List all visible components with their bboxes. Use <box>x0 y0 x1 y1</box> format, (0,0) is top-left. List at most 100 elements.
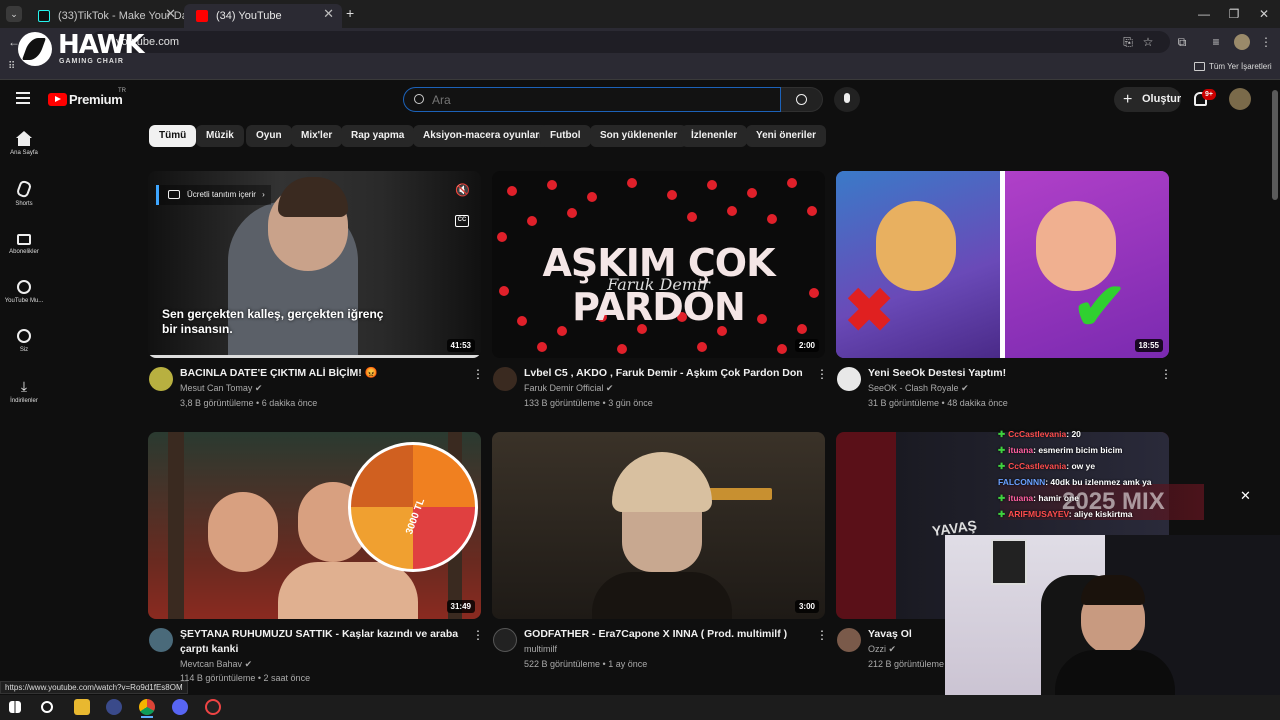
search-button[interactable] <box>781 87 823 112</box>
tab-tiktok[interactable]: (33)TikTok - Make Your Day ✕ <box>26 4 193 28</box>
more-options-icon[interactable]: ⋮ <box>1160 367 1172 381</box>
bookmarks-bar: ⠿ Tüm Yer İşaretleri <box>0 56 1280 80</box>
chip-recently-uploaded[interactable]: Son yüklenenler <box>590 125 688 147</box>
discord-icon[interactable] <box>172 699 188 715</box>
more-options-icon[interactable]: ⋮ <box>816 628 828 642</box>
close-window-icon[interactable]: ✕ <box>1252 4 1276 24</box>
chevron-right-icon: › <box>262 190 265 199</box>
sidebar-item-shorts[interactable]: Shorts <box>0 179 48 207</box>
taskbar-search-icon[interactable] <box>41 701 53 713</box>
hamburger-menu-icon[interactable] <box>16 92 30 104</box>
install-app-icon[interactable]: ⎘ <box>1120 34 1136 50</box>
tab-search-chevron-icon[interactable]: ⌄ <box>6 6 22 22</box>
sidebar-item-subscriptions[interactable]: Abonelikler <box>0 231 48 255</box>
chip-mixes[interactable]: Mix'ler <box>291 125 343 147</box>
video-thumbnail[interactable]: 3:00 <box>492 432 825 619</box>
chip-new-to-you[interactable]: Yeni öneriler <box>746 125 827 147</box>
more-options-icon[interactable]: ⋮ <box>816 367 828 381</box>
more-options-icon[interactable]: ⋮ <box>472 367 484 381</box>
sidebar-item-youtube-music[interactable]: YouTube Mu... <box>0 280 48 304</box>
red-cross-icon: ✖ <box>844 277 895 344</box>
paid-promotion-badge[interactable]: Ücretli tanıtım içerir › <box>156 185 271 205</box>
chip-football[interactable]: Futbol <box>540 125 591 147</box>
minimize-icon[interactable]: — <box>1192 4 1216 24</box>
create-button[interactable]: + Oluştur <box>1114 87 1181 112</box>
sidebar-item-home[interactable]: Ana Sayfa <box>0 131 48 156</box>
create-label: Oluştur <box>1142 93 1182 105</box>
app-icon[interactable] <box>106 699 122 715</box>
video-meta: 31 B görüntüleme • 48 dakika önce <box>868 398 1008 408</box>
tab-youtube[interactable]: (34) YouTube ✕ <box>184 4 342 28</box>
channel-avatar[interactable] <box>493 628 517 652</box>
channel-name[interactable]: Mevtcan Bahav ✔ <box>180 657 252 672</box>
sidebar-item-downloads[interactable]: ⤓ İndirilenler <box>0 378 48 404</box>
plus-icon: ✚ <box>998 445 1006 455</box>
captions-icon[interactable]: CC <box>455 215 469 227</box>
chip-gaming[interactable]: Oyun <box>246 125 292 147</box>
file-explorer-icon[interactable] <box>74 699 90 715</box>
youtube-premium-logo[interactable]: Premium TR <box>48 88 128 109</box>
chip-rap[interactable]: Rap yapma <box>341 125 415 147</box>
user-avatar[interactable] <box>1229 88 1251 110</box>
channel-name[interactable]: Mesut Can Tomay ✔ <box>180 381 262 396</box>
video-title[interactable]: Yeni SeeOk Destesi Yaptım! <box>868 366 1148 381</box>
close-tab-icon[interactable]: ✕ <box>165 4 176 24</box>
chip-action-adventure[interactable]: Aksiyon-macera oyunları <box>413 125 552 147</box>
all-bookmarks-label[interactable]: Tüm Yer İşaretleri <box>1209 62 1272 71</box>
verified-icon: ✔ <box>605 383 614 393</box>
video-title[interactable]: Yavaş Ol <box>868 627 938 642</box>
folder-icon <box>1194 62 1205 71</box>
page-scrollbar[interactable] <box>1272 90 1278 200</box>
chip-all[interactable]: Tümü <box>149 125 197 147</box>
chip-watched[interactable]: İzlenenler <box>681 125 748 147</box>
channel-name[interactable]: Faruk Demir Official ✔ <box>524 381 613 396</box>
video-thumbnail[interactable]: Ücretli tanıtım içerir › 🔇 CC Sen gerçek… <box>148 171 481 358</box>
restore-icon[interactable]: ❐ <box>1222 4 1246 24</box>
extensions-icon[interactable]: ⧉ <box>1174 34 1190 50</box>
video-thumbnail[interactable]: 3000 TL 31:49 <box>148 432 481 619</box>
reading-list-icon[interactable]: ≡ <box>1208 34 1224 50</box>
mute-icon[interactable]: 🔇 <box>455 183 470 197</box>
video-title[interactable]: GODFATHER - Era7Capone X INNA ( Prod. mu… <box>524 627 804 642</box>
close-overlay-icon[interactable]: ✕ <box>1240 488 1251 504</box>
video-title[interactable]: BACINLA DATE'E ÇIKTIM ALİ BİÇİM! 😡 <box>180 366 460 381</box>
channel-name[interactable]: SeeOK - Clash Royale ✔ <box>868 381 969 396</box>
more-options-icon[interactable]: ⋮ <box>472 628 484 642</box>
search-box[interactable] <box>403 87 781 112</box>
search-input[interactable] <box>432 92 732 108</box>
profile-avatar[interactable] <box>1234 34 1250 50</box>
channel-avatar[interactable] <box>837 367 861 391</box>
youtube-music-icon <box>17 280 31 294</box>
sidebar-item-you[interactable]: Siz <box>0 329 48 353</box>
video-title[interactable]: ŞEYTANA RUHUMUZU SATTIK - Kaşlar kazındı… <box>180 627 460 657</box>
chrome-icon[interactable] <box>139 699 155 715</box>
video-thumbnail[interactable]: AŞKIM ÇOK PARDON Faruk Demir 2:00 <box>492 171 825 358</box>
channel-name[interactable]: multimilf <box>524 642 557 657</box>
chat-message: ✚ ituana: hamir one <box>998 493 1079 503</box>
voice-search-button[interactable] <box>834 87 860 112</box>
channel-avatar[interactable] <box>149 628 173 652</box>
hawk-tagline: GAMING CHAIR <box>59 58 124 65</box>
search-icon <box>414 94 424 104</box>
subscriptions-icon <box>17 234 31 245</box>
sidebar-item-label: YouTube Mu... <box>4 298 44 304</box>
close-tab-icon[interactable]: ✕ <box>323 4 334 24</box>
channel-avatar[interactable] <box>493 367 517 391</box>
address-bar[interactable]: youtube.com <box>90 31 1170 53</box>
app-icon[interactable] <box>205 699 221 715</box>
video-thumbnail[interactable]: ✖ ✔ 18:55 <box>836 171 1169 358</box>
sidebar-item-label: Ana Sayfa <box>10 150 38 156</box>
new-tab-button[interactable]: + <box>346 5 360 21</box>
chat-message: ✚ CcCastlevania: 20 <box>998 429 1081 439</box>
channel-avatar[interactable] <box>149 367 173 391</box>
bookmark-star-icon[interactable]: ☆ <box>1140 34 1156 50</box>
hawk-brand: HAWK <box>58 30 145 60</box>
video-title[interactable]: Lvbel C5 , AKDO , Faruk Demir - Aşkım Ço… <box>524 366 804 381</box>
channel-avatar[interactable] <box>837 628 861 652</box>
chat-message: ✚ ituana: esmerim bicim bicim <box>998 445 1123 455</box>
channel-name[interactable]: Ozzi ✔ <box>868 642 896 657</box>
browser-menu-icon[interactable]: ⋮ <box>1258 34 1274 50</box>
video-meta: 133 B görüntüleme • 3 gün önce <box>524 398 653 408</box>
windows-start-icon[interactable] <box>9 701 21 713</box>
chip-music[interactable]: Müzik <box>196 125 244 147</box>
